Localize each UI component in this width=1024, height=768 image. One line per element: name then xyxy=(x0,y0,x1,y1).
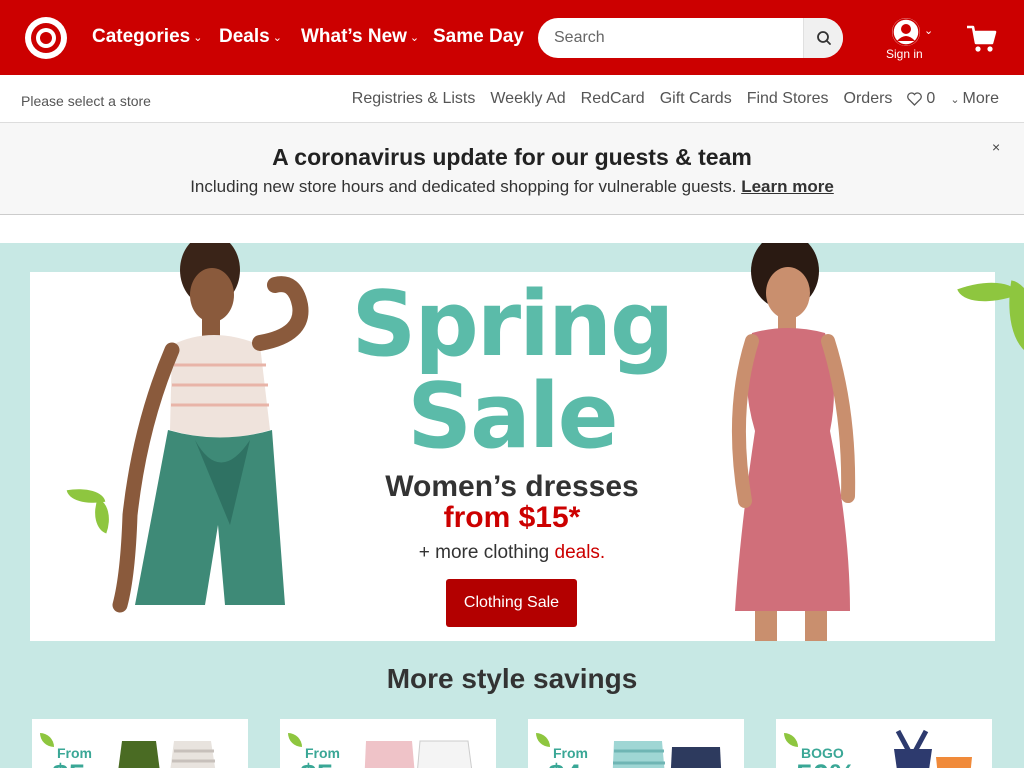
link-redcard[interactable]: RedCard xyxy=(581,90,645,108)
favorites-count: 0 xyxy=(926,90,936,107)
clothing-sale-button[interactable]: Clothing Sale xyxy=(446,579,577,627)
product-image xyxy=(364,740,473,768)
promo-tile-3[interactable]: From $4 xyxy=(528,719,744,768)
utility-links: Registries & Lists Weekly Ad RedCard Gif… xyxy=(337,90,999,108)
announcement-body: Including new store hours and dedicated … xyxy=(190,177,737,196)
more-label: More xyxy=(962,90,999,107)
product-image xyxy=(612,741,722,768)
promo-tile-2[interactable]: From $5 xyxy=(280,719,496,768)
leaf-decoration xyxy=(40,733,54,747)
link-find-stores[interactable]: Find Stores xyxy=(747,90,829,108)
hero-subtext-prefix: + more clothing xyxy=(418,542,550,563)
hero-subtext: + more clothing deals. xyxy=(0,542,1024,564)
sale-heading: Sale xyxy=(407,364,618,469)
search-input[interactable] xyxy=(538,18,802,58)
favorites-link[interactable]: 0 xyxy=(907,90,935,108)
link-orders[interactable]: Orders xyxy=(844,90,893,108)
leaf-decoration xyxy=(784,733,798,747)
nav-whats-new-label: What’s New xyxy=(301,26,407,47)
leaf-decoration xyxy=(536,733,550,747)
store-selector[interactable]: Please select a store xyxy=(21,93,151,109)
announcement-text: Including new store hours and dedicated … xyxy=(0,177,1024,197)
section-title: More style savings xyxy=(386,663,638,694)
nav-deals-label: Deals xyxy=(219,26,270,47)
sign-in-label: Sign in xyxy=(886,47,923,61)
sign-in-button[interactable]: ⌄ Sign in xyxy=(884,16,939,64)
close-icon[interactable]: × xyxy=(992,139,1000,155)
learn-more-link[interactable]: Learn more xyxy=(741,177,834,196)
product-image xyxy=(894,729,972,768)
tile-value: $5 xyxy=(300,759,333,768)
leaf-decoration xyxy=(288,733,302,747)
promo-tile-4[interactable]: BOGO 50% xyxy=(776,719,992,768)
announcement-title: A coronavirus update for our guests & te… xyxy=(272,144,752,170)
target-logo-icon[interactable] xyxy=(25,17,67,59)
announcement-banner: A coronavirus update for our guests & te… xyxy=(0,123,1024,215)
chevron-down-icon: ⌄ xyxy=(409,32,420,44)
nav-whats-new[interactable]: What’s New ⌄ xyxy=(301,26,419,48)
link-gift-cards[interactable]: Gift Cards xyxy=(660,90,732,108)
chevron-down-icon: ⌄ xyxy=(272,32,282,44)
nav-deals[interactable]: Deals ⌄ xyxy=(219,26,282,48)
chevron-down-icon: ⌄ xyxy=(950,94,960,106)
link-weekly-ad[interactable]: Weekly Ad xyxy=(490,90,565,108)
search-icon xyxy=(817,31,831,45)
nav-same-day-label: Same Day xyxy=(433,26,524,47)
cart-icon[interactable] xyxy=(966,24,998,54)
tile-value: $4 xyxy=(548,759,581,768)
heart-icon xyxy=(907,92,923,106)
chevron-down-icon: ⌄ xyxy=(924,25,934,37)
chevron-down-icon: ⌄ xyxy=(193,32,203,44)
search-button[interactable] xyxy=(803,18,843,58)
tile-value: 50% xyxy=(796,759,856,768)
top-header: Categories ⌄ Deals ⌄ What’s New ⌄ Same Day … xyxy=(0,0,1024,75)
hero-headline: Women’s dresses xyxy=(385,470,639,503)
tile-value: $5 xyxy=(52,759,85,768)
nav-categories[interactable]: Categories ⌄ xyxy=(92,26,202,48)
more-menu[interactable]: ⌄ More xyxy=(950,90,999,108)
sub-navigation: Please select a store Registries & Lists… xyxy=(0,75,1024,123)
nav-same-day[interactable]: Same Day xyxy=(433,26,524,48)
nav-categories-label: Categories xyxy=(92,26,191,47)
search-bar xyxy=(538,18,843,58)
hero-price: from $15* xyxy=(443,501,581,534)
promo-tile-1[interactable]: From $5 xyxy=(32,719,248,768)
link-registries[interactable]: Registries & Lists xyxy=(352,90,476,108)
product-image xyxy=(118,741,216,768)
deals-link[interactable]: deals. xyxy=(555,542,606,563)
account-icon xyxy=(892,18,920,46)
spring-heading: Spring xyxy=(351,272,675,377)
hero-section: Spring Sale Women’s dresses from $15* + … xyxy=(0,243,1024,768)
